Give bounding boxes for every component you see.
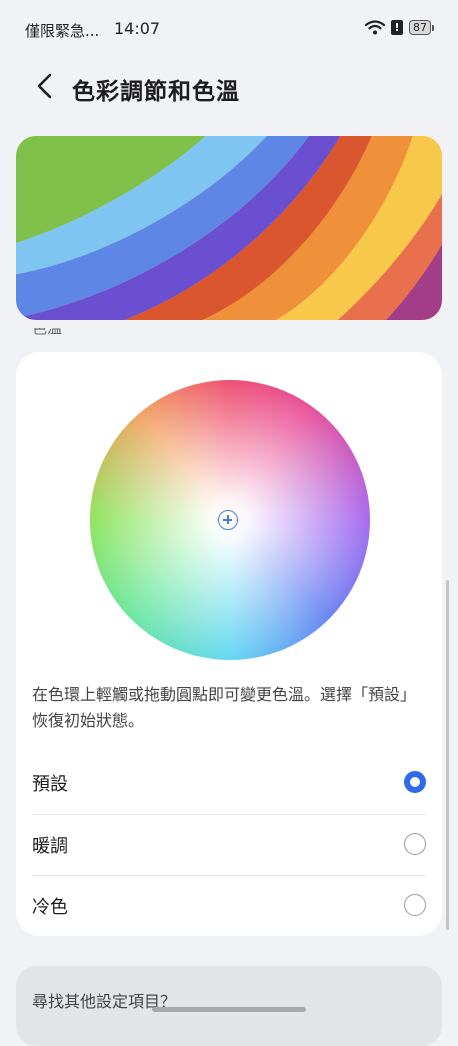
status-icons: ! 87 xyxy=(365,20,434,35)
status-bar: 僅限緊急... 14:07 ! 87 xyxy=(0,0,458,58)
carrier-text: 僅限緊急... xyxy=(25,22,100,40)
page-title: 色彩調節和色溫 xyxy=(72,79,240,105)
find-other-settings-card[interactable]: 尋找其他設定項目？ xyxy=(16,966,442,1046)
option-warm[interactable]: 暖調 xyxy=(32,814,426,876)
color-wheel-description: 在色環上輕觸或拖動圓點即可變更色溫。選擇「預設」恢復初始狀態。 xyxy=(32,685,417,730)
option-label: 冷色 xyxy=(32,897,68,918)
wheel-handle-icon[interactable] xyxy=(218,510,238,530)
status-time: 14:07 xyxy=(114,19,161,38)
battery-icon: 87 xyxy=(409,20,434,35)
option-cool[interactable]: 冷色 xyxy=(32,875,426,937)
gesture-navigation-bar[interactable] xyxy=(152,1007,306,1012)
alert-icon: ! xyxy=(391,20,403,35)
chevron-left-icon[interactable] xyxy=(30,70,62,102)
option-label: 預設 xyxy=(32,774,68,795)
option-default[interactable]: 預設 xyxy=(32,752,426,814)
wifi-icon xyxy=(365,20,385,35)
radio-unchecked-icon[interactable] xyxy=(404,894,426,916)
color-temperature-card: 在色環上輕觸或拖動圓點即可變更色溫。選擇「預設」恢復初始狀態。 預設 暖調 冷色 xyxy=(16,352,442,936)
option-label: 暖調 xyxy=(32,836,68,857)
radio-checked-icon[interactable] xyxy=(404,771,426,793)
section-label: 色溫 xyxy=(32,328,63,337)
scrollbar[interactable] xyxy=(446,580,449,930)
radio-unchecked-icon[interactable] xyxy=(404,833,426,855)
page-header: 色彩調節和色溫 xyxy=(0,58,458,118)
color-preview-image xyxy=(16,136,442,320)
battery-level: 87 xyxy=(409,20,431,35)
